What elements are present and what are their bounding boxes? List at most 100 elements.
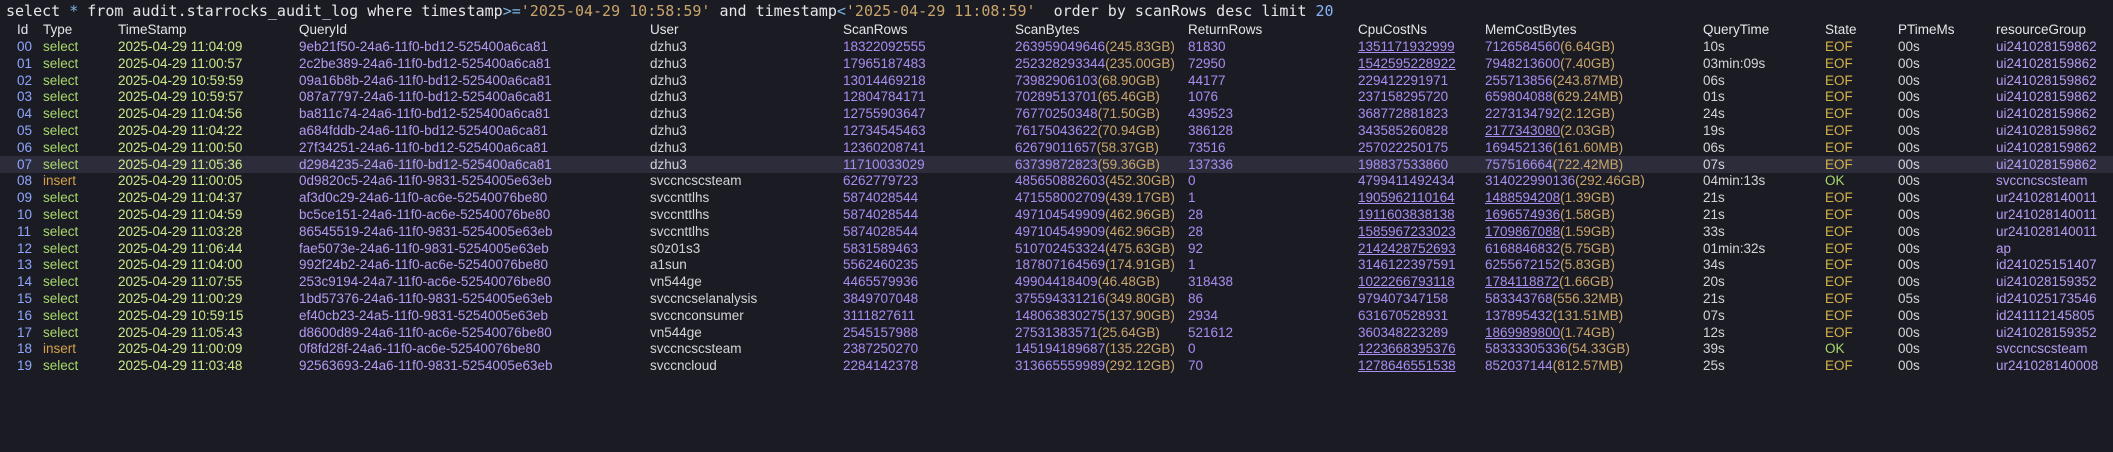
- mem-cost-human: (629.24MB): [1552, 89, 1624, 105]
- cell-cpu-cost: 4799411492434: [1358, 173, 1455, 189]
- cell-resource-group: ap: [1996, 240, 2012, 256]
- cell-scan-rows: 13014469218: [843, 72, 926, 88]
- cell-state: EOF: [1825, 358, 1853, 374]
- cell-return-rows: 386128: [1188, 123, 1234, 138]
- table-row[interactable]: 07 select 2025-04-29 11:05:36 d2984235-24a6…: [0, 155, 2113, 173]
- cell-query-time: 39s: [1703, 341, 1725, 357]
- cell-query-time: 21s: [1703, 291, 1725, 306]
- table-row[interactable]: 00 select 2025-04-29 11:04:09 9eb21f50-24a6…: [0, 38, 2113, 55]
- cell-query-time: 04min:13s: [1703, 173, 1766, 189]
- table-row[interactable]: 08 insert 2025-04-29 11:00:05 0d9820c5-24a6…: [0, 172, 2113, 189]
- cell-query-time: 01min:32s: [1703, 240, 1766, 256]
- cell-return-rows: 137336: [1188, 156, 1234, 172]
- mem-cost-human: (1.39GB): [1560, 190, 1615, 206]
- scan-bytes-human: (65.46GB): [1097, 89, 1160, 105]
- mem-cost-human: (6.64GB): [1560, 39, 1615, 54]
- cell-mem-cost: 7948213600(7.40GB): [1485, 55, 1615, 72]
- table-row[interactable]: 11 select 2025-04-29 11:03:28 86545519-24a6…: [0, 223, 2113, 240]
- scan-bytes-human: (235.00GB): [1105, 55, 1175, 71]
- cell-id: 01: [17, 55, 33, 71]
- cell-user: svccncselanalysis: [650, 291, 758, 306]
- cell-scan-bytes: 76770250348(71.50GB): [1015, 105, 1160, 122]
- cell-timestamp: 2025-04-29 11:06:44: [118, 240, 243, 256]
- cell-return-rows: 86: [1188, 291, 1204, 306]
- cell-user: svccnconsumer: [650, 307, 744, 323]
- cell-scan-rows: 18322092555: [843, 39, 926, 54]
- table-row[interactable]: 05 select 2025-04-29 11:04:22 a684fddb-24a6…: [0, 122, 2113, 139]
- terminal-window[interactable]: select * from audit.starrocks_audit_log …: [0, 0, 2113, 452]
- cell-query-id: af3d0c29-24a6-11f0-ac6e-52540076be80: [299, 190, 548, 206]
- cell-id: 10: [17, 207, 33, 222]
- table-row[interactable]: 06 select 2025-04-29 11:00:50 27f34251-24a6…: [0, 139, 2113, 156]
- cell-query-id: 27f34251-24a6-11f0-bd12-525400a6ca81: [299, 139, 548, 155]
- mem-cost-human: (292.46GB): [1575, 173, 1645, 189]
- scan-bytes-value: 252328293344: [1015, 55, 1106, 71]
- cell-mem-cost: 7126584560(6.64GB): [1485, 38, 1615, 55]
- cell-id: 06: [17, 139, 33, 155]
- table-row[interactable]: 04 select 2025-04-29 11:04:56 ba811c74-24a6…: [0, 105, 2113, 122]
- cell-ptime: 00s: [1898, 106, 1920, 122]
- cell-scan-bytes: 263959049646(245.83GB): [1015, 38, 1175, 55]
- cell-ptime: 05s: [1898, 291, 1920, 306]
- table-row[interactable]: 02 select 2025-04-29 10:59:59 09a16b8b-24a6…: [0, 72, 2113, 89]
- cell-return-rows: 1076: [1188, 89, 1219, 105]
- cell-return-rows: 81830: [1188, 39, 1226, 54]
- mem-cost-human: (1.59GB): [1560, 223, 1615, 239]
- table-row[interactable]: 19 select 2025-04-29 11:03:48 92563693-24a6…: [0, 357, 2113, 374]
- scan-bytes-value: 63739872823: [1015, 156, 1098, 172]
- cell-timestamp: 2025-04-29 11:00:50: [118, 139, 243, 155]
- cell-query-id: 253c9194-24a7-11f0-ac6e-52540076be80: [299, 274, 551, 290]
- cell-type: select: [43, 223, 79, 239]
- cell-scan-bytes: 63739872823(59.36GB): [1015, 156, 1160, 173]
- cell-resource-group: ui241028159352: [1996, 274, 2097, 290]
- mem-cost-value: 583343768: [1485, 291, 1553, 306]
- table-row[interactable]: 17 select 2025-04-29 11:05:43 d8600d89-24a6…: [0, 324, 2113, 341]
- table-row[interactable]: 15 select 2025-04-29 11:00:29 1bd57376-24a6…: [0, 290, 2113, 307]
- table-row[interactable]: 14 select 2025-04-29 11:07:55 253c9194-24a7…: [0, 273, 2113, 290]
- cell-type: insert: [43, 173, 77, 189]
- table-row[interactable]: 09 select 2025-04-29 11:04:37 af3d0c29-24a6…: [0, 189, 2113, 206]
- cell-resource-group: ur241028140011: [1996, 190, 2098, 206]
- cell-user: vn544ge: [650, 324, 702, 340]
- mem-cost-human: (2.03GB): [1560, 123, 1615, 138]
- cell-cpu-cost: 1022266793118: [1358, 274, 1455, 290]
- cell-resource-group: svccncscsteam: [1996, 173, 2088, 189]
- cell-cpu-cost: 3146122397591: [1358, 257, 1456, 273]
- table-row[interactable]: 18 insert 2025-04-29 11:00:09 0f8fd28f-24a6…: [0, 340, 2113, 357]
- cell-user: svccnttlhs: [650, 223, 710, 239]
- table-row[interactable]: 13 select 2025-04-29 11:04:00 992f24b2-24a6…: [0, 256, 2113, 273]
- cell-query-time: 07s: [1703, 307, 1725, 323]
- table-row[interactable]: 12 select 2025-04-29 11:06:44 fae5073e-24a6…: [0, 240, 2113, 257]
- cell-query-id: 9eb21f50-24a6-11f0-bd12-525400a6ca81: [299, 39, 548, 54]
- table-row[interactable]: 01 select 2025-04-29 11:00:57 2c2be389-24a6…: [0, 55, 2113, 72]
- cell-state: EOF: [1825, 106, 1853, 122]
- cell-state: EOF: [1825, 207, 1853, 222]
- cell-user: s0z01s3: [650, 240, 701, 256]
- cell-query-time: 33s: [1703, 223, 1725, 239]
- cell-timestamp: 2025-04-29 11:04:09: [118, 39, 243, 54]
- cell-query-time: 06s: [1703, 139, 1725, 155]
- cell-user: dzhu3: [650, 89, 687, 105]
- table-row[interactable]: 16 select 2025-04-29 10:59:15 ef40cb23-24a5…: [0, 307, 2113, 324]
- scan-bytes-human: (70.94GB): [1097, 123, 1160, 138]
- scan-bytes-human: (59.36GB): [1097, 156, 1160, 172]
- mem-cost-value: 169452136: [1485, 139, 1553, 155]
- cell-query-time: 01s: [1703, 89, 1725, 105]
- cell-timestamp: 2025-04-29 11:00:57: [118, 55, 243, 71]
- cell-state: OK: [1825, 173, 1845, 189]
- cell-scan-bytes: 148063830275(137.90GB): [1015, 307, 1175, 324]
- scan-bytes-value: 485650882603: [1015, 173, 1106, 189]
- cell-state: EOF: [1825, 55, 1853, 71]
- table-row[interactable]: 10 select 2025-04-29 11:04:59 bc5ce151-24a6…: [0, 206, 2113, 223]
- cell-user: svccncscsteam: [650, 341, 742, 357]
- scan-bytes-value: 49904418409: [1015, 274, 1098, 290]
- table-row[interactable]: 03 select 2025-04-29 10:59:57 087a7797-24a6…: [0, 88, 2113, 105]
- cell-scan-bytes: 76175043622(70.94GB): [1015, 122, 1160, 139]
- mem-cost-value: 58333305336: [1485, 341, 1568, 357]
- cell-ptime: 00s: [1898, 307, 1920, 323]
- cell-mem-cost: 757516664(722.42MB): [1485, 156, 1623, 173]
- cell-query-time: 25s: [1703, 358, 1725, 374]
- query-op-lt: <: [836, 2, 846, 20]
- cell-cpu-cost: 1351171932999: [1358, 39, 1455, 54]
- cell-state: EOF: [1825, 123, 1853, 138]
